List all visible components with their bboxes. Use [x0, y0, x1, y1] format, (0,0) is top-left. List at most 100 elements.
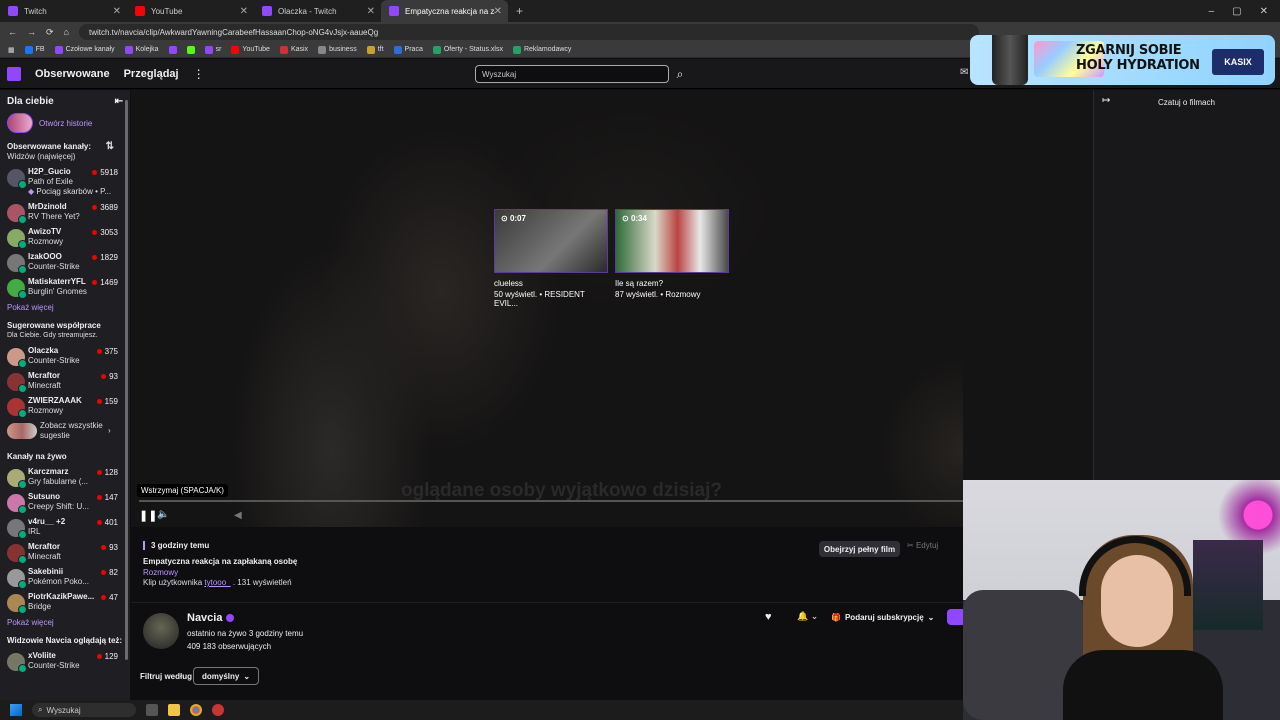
browser-tab[interactable]: YouTube ✕	[127, 0, 254, 22]
bookmark[interactable]: FB	[24, 45, 45, 54]
home-icon[interactable]: ⌂	[64, 27, 69, 37]
promo-banner[interactable]: ZGARNIJ SOBIE HOLY HYDRATION KASIX	[970, 35, 1275, 85]
maximize-icon[interactable]: ▢	[1232, 6, 1241, 17]
heart-icon[interactable]: ♥	[765, 611, 772, 623]
sidebar-channel[interactable]: v4ru__ +2 IRL 401	[0, 515, 130, 540]
viewer-number: 159	[104, 397, 118, 406]
clip-category[interactable]: Rozmowy	[143, 568, 178, 577]
search-icon[interactable]: ⌕	[672, 65, 688, 83]
sidebar-channel[interactable]: xVoliite Counter-Strike 129	[0, 649, 130, 674]
nav-following[interactable]: Obserwowane	[35, 68, 110, 80]
sidebar-channel[interactable]: Sakebinii Pokémon Poko... 82	[0, 565, 130, 590]
tft-icon	[366, 45, 375, 54]
sidebar-channel[interactable]: MatiskaterrYFL Burglin' Gnomes 1469	[0, 275, 130, 300]
app-icon[interactable]	[212, 704, 224, 716]
collapse-chat-icon[interactable]: ↦	[1102, 95, 1110, 106]
sidebar-channel[interactable]: Mcraftor Minecraft 93	[0, 369, 130, 394]
minimize-icon[interactable]: –	[1209, 6, 1215, 17]
recommended-clip[interactable]: ⊙ 0:07 clueless 50 wyświetl. • RESIDENT …	[494, 209, 608, 308]
sidebar-channel[interactable]: ZWIERZAAAK Rozmowy 159	[0, 394, 130, 419]
show-more-link[interactable]: Pokaż więcej	[0, 300, 130, 318]
bookmark[interactable]: Kolejka	[124, 45, 159, 54]
bookmark[interactable]: Reklamodawcy	[512, 45, 571, 54]
apps-icon[interactable]: ▦	[8, 46, 15, 54]
watch-full-video-button[interactable]: Obejrzyj pełny film	[819, 541, 900, 557]
more-menu-icon[interactable]: ⋮	[193, 67, 205, 81]
sidebar-channel[interactable]: IzakOOO Counter-Strike 1829	[0, 250, 130, 275]
bookmark[interactable]: tft	[366, 45, 384, 54]
sidebar-channel[interactable]: Sutsuno Creepy Shift: U... 147	[0, 490, 130, 515]
channel-game: Counter-Strike	[28, 661, 80, 670]
sidebar-channel[interactable]: MrDzinold RV There Yet? 3689	[0, 200, 130, 225]
browser-tab-active[interactable]: Empatyczna reakcja na zapłaka✕	[381, 0, 508, 22]
bookmark[interactable]: business	[318, 45, 357, 54]
twitch-logo-icon[interactable]	[7, 66, 21, 81]
pause-icon[interactable]: ❚❚	[139, 509, 157, 522]
back-icon[interactable]: ←	[8, 27, 17, 37]
see-all-suggestions[interactable]: Zobacz wszystkie sugestie ›	[0, 419, 130, 443]
bookmark[interactable]: Oferty - Status.xlsx	[432, 45, 503, 54]
reload-icon[interactable]: ⟳	[46, 27, 54, 38]
close-window-icon[interactable]: ✕	[1260, 6, 1268, 17]
channel-avatar[interactable]	[143, 613, 179, 649]
windows-taskbar: ⌕ Wyszukaj	[0, 700, 963, 720]
recommended-clip[interactable]: ⊙ 0:34 Ile są razem? 87 wyświetl. • Rozm…	[615, 209, 729, 299]
bookmark[interactable]: Praca	[393, 45, 423, 54]
seek-bar[interactable]	[139, 500, 963, 502]
task-view-icon[interactable]	[146, 704, 158, 716]
bookmark[interactable]: YouTube	[231, 45, 270, 54]
filter-dropdown[interactable]: domyślny ⌄	[193, 667, 260, 685]
close-tab-icon[interactable]: ✕	[113, 6, 121, 17]
sidebar-channel[interactable]: PiotrKazikPawe... Bridge 47	[0, 590, 130, 615]
channel-followers: 409 183 obserwujących	[187, 642, 272, 651]
search-input[interactable]: Wyszukaj	[475, 65, 669, 83]
bookmark[interactable]: Kasix	[279, 45, 308, 54]
bookmark[interactable]: Czołowe kanały	[54, 45, 115, 54]
channel-game: RV There Yet?	[28, 212, 80, 221]
url-field[interactable]: twitch.tv/navcia/clip/AwkwardYawningCara…	[78, 24, 979, 40]
chrome-icon[interactable]	[190, 704, 202, 716]
clip-author-link[interactable]: tytooo_	[204, 578, 230, 587]
bookmark[interactable]	[168, 45, 177, 54]
channel-game: Bridge	[28, 602, 52, 611]
browser-tab[interactable]: Twitch ✕	[0, 0, 127, 22]
mute-icon[interactable]: ◀	[234, 510, 242, 521]
close-tab-icon[interactable]: ✕	[240, 6, 248, 17]
close-tab-icon[interactable]: ✕	[367, 6, 375, 17]
inbox-icon[interactable]: ✉	[960, 67, 968, 78]
sort-icon[interactable]: ⇅	[106, 142, 114, 152]
forward-icon[interactable]: →	[27, 27, 36, 37]
video-player[interactable]: oglądane osoby wyjątkowo dzisiaj? ⊙ 0:07…	[131, 90, 963, 527]
sidebar-channel[interactable]: Mcraftor Minecraft 93	[0, 540, 130, 565]
collapse-sidebar-icon[interactable]: ⇤	[115, 96, 123, 107]
browser-tab[interactable]: Olaczka - Twitch ✕	[254, 0, 381, 22]
window-controls: – ▢ ✕	[1209, 6, 1280, 17]
bell-icon[interactable]: 🔔 ⌄	[797, 611, 818, 622]
volume-icon[interactable]: 🔈	[157, 509, 169, 520]
sidebar-scrollbar[interactable]	[125, 100, 128, 660]
edit-button[interactable]: ✂ Edytuj	[907, 541, 938, 550]
live-dot-icon	[92, 230, 98, 235]
close-tab-icon[interactable]: ✕	[494, 6, 502, 17]
show-more-link[interactable]: Pokaż więcej	[0, 615, 130, 633]
sidebar-channel[interactable]: AwizoTV Rozmowy 3053	[0, 225, 130, 250]
sidebar-channel[interactable]: Olaczka Counter-Strike 375	[0, 344, 130, 369]
bookmark[interactable]	[186, 45, 195, 54]
sidebar-channel[interactable]: Karczmarz Gry fabularne (... 128	[0, 465, 130, 490]
file-explorer-icon[interactable]	[168, 704, 180, 716]
subscribe-button[interactable]	[947, 609, 963, 625]
sidebar-channel[interactable]: H2P_Gucio Path of Exile ◆ Pociąg skarbów •…	[0, 165, 130, 200]
sheet-icon	[512, 45, 521, 54]
channel-name-row[interactable]: Navcia	[187, 612, 235, 624]
viewer-count: 1469	[92, 278, 118, 287]
new-tab-icon[interactable]: +	[516, 4, 523, 18]
taskbar-search[interactable]: ⌕ Wyszukaj	[32, 703, 136, 717]
open-history-button[interactable]: Otwórz historie	[0, 107, 130, 139]
nav-browse[interactable]: Przeglądaj	[124, 68, 179, 80]
viewer-number: 5918	[100, 168, 118, 177]
windows-start-icon[interactable]	[10, 704, 22, 716]
gift-sub-button[interactable]: 🎁 Podaruj subskrypcję ⌄	[831, 609, 934, 625]
bookmark[interactable]: sr	[204, 45, 221, 54]
live-badge-icon	[18, 664, 27, 673]
clip-thumbnail: ⊙ 0:07	[494, 209, 608, 273]
